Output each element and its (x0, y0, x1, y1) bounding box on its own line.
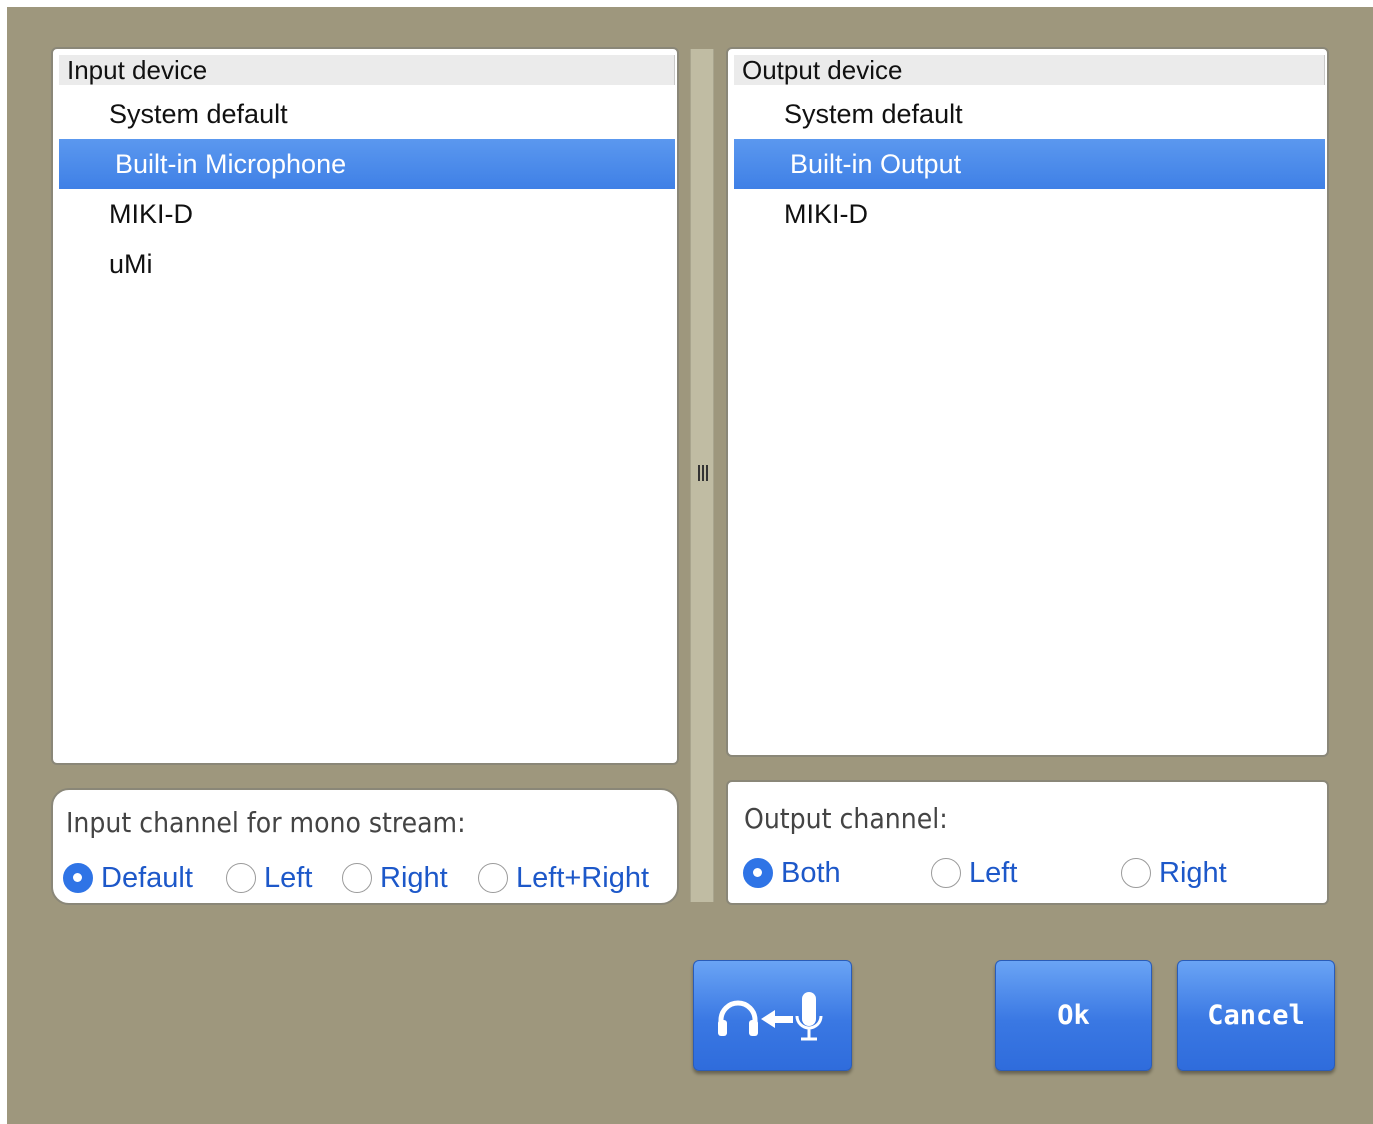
panel-splitter[interactable] (690, 49, 714, 902)
headphones-mic-icon (717, 991, 822, 1040)
radio-label: Left+Right (516, 861, 650, 894)
output-channel-radio-left[interactable]: Left (931, 853, 1017, 893)
input-channel-panel: Input channel for mono stream: Default L… (51, 788, 679, 905)
radio-selected-icon[interactable] (63, 863, 93, 893)
input-device-list[interactable]: Input device System default Built-in Mic… (51, 47, 679, 765)
cancel-button[interactable]: Cancel (1177, 960, 1335, 1071)
radio-unselected-icon[interactable] (226, 863, 256, 893)
input-channel-radio-default[interactable]: Default (63, 858, 193, 898)
output-device-list[interactable]: Output device System default Built-in Ou… (726, 47, 1329, 757)
input-device-item-miki-d[interactable]: MIKI-D (59, 189, 675, 239)
output-channel-radio-right[interactable]: Right (1121, 853, 1227, 893)
input-channel-radio-left-right[interactable]: Left+Right (478, 858, 649, 898)
output-device-item-system-default[interactable]: System default (734, 89, 1325, 139)
radio-label: Both (781, 856, 841, 889)
input-channel-radio-left[interactable]: Left (226, 858, 312, 898)
monitor-button[interactable] (693, 960, 852, 1071)
input-device-item-system-default[interactable]: System default (59, 89, 675, 139)
radio-label: Default (101, 861, 193, 894)
input-device-header: Input device (59, 55, 675, 85)
input-channel-label: Input channel for mono stream: (66, 806, 466, 839)
input-device-item-umi[interactable]: uMi (59, 239, 675, 289)
radio-unselected-icon[interactable] (931, 858, 961, 888)
output-channel-panel: Output channel: Both Left Right (726, 780, 1329, 905)
radio-label: Left (969, 856, 1018, 889)
input-device-item-built-in-microphone[interactable]: Built-in Microphone (59, 139, 675, 189)
splitter-grip-icon[interactable] (695, 465, 711, 485)
output-device-item-miki-d[interactable]: MIKI-D (734, 189, 1325, 239)
radio-label: Left (264, 861, 313, 894)
radio-label: Right (380, 861, 448, 894)
radio-selected-icon[interactable] (743, 858, 773, 888)
output-channel-radio-both[interactable]: Both (743, 853, 841, 893)
radio-unselected-icon[interactable] (478, 863, 508, 893)
radio-label: Right (1159, 856, 1227, 889)
radio-unselected-icon[interactable] (342, 863, 372, 893)
output-device-header: Output device (734, 55, 1325, 85)
radio-unselected-icon[interactable] (1121, 858, 1151, 888)
input-channel-radio-right[interactable]: Right (342, 858, 448, 898)
output-channel-label: Output channel: (744, 802, 948, 835)
output-device-item-built-in-output[interactable]: Built-in Output (734, 139, 1325, 189)
microphone-icon (795, 991, 822, 1040)
headphones-icon (717, 1000, 758, 1036)
arrow-left-icon (760, 1009, 793, 1028)
ok-button[interactable]: Ok (995, 960, 1152, 1071)
